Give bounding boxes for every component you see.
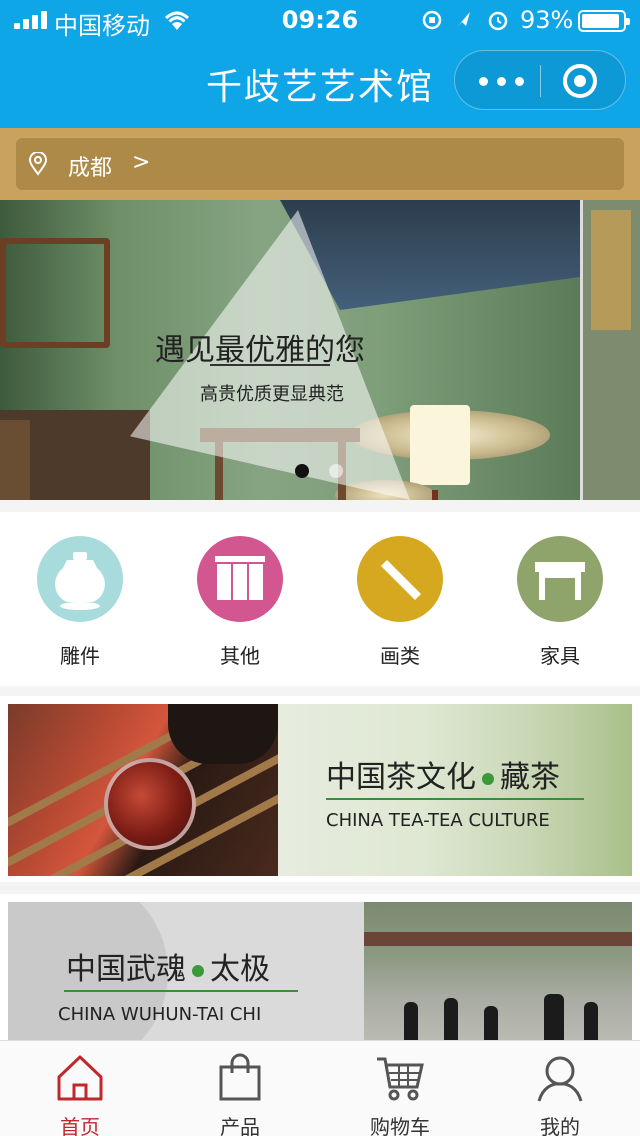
top-bar: 中国移动 09:26 93% 千歧艺艺术馆 xyxy=(0,0,640,128)
vase-icon xyxy=(37,536,123,622)
category-grid: 雕件 其他 画类 家具 xyxy=(0,512,640,686)
taichi-image xyxy=(364,902,632,1044)
tab-label: 购物车 xyxy=(370,1115,430,1136)
close-miniapp-button[interactable] xyxy=(563,64,597,98)
category-label: 画类 xyxy=(380,644,420,668)
hero-banner[interactable]: 遇见最优雅的您 高贵优质更显典范 xyxy=(0,200,640,500)
tab-bar: 首页 产品 购物车 我的 xyxy=(0,1040,640,1136)
city-label: 成都 xyxy=(68,156,113,181)
more-menu-button[interactable] xyxy=(473,61,531,101)
screen: 中国移动 09:26 93% 千歧艺艺术馆 成都 > 遇见最优雅的您 高贵优质更… xyxy=(0,0,640,1136)
wall-decoration xyxy=(0,238,110,348)
banner-subtitle: 高贵优质更显典范 xyxy=(200,384,344,405)
scroll-icon xyxy=(197,536,283,622)
category-item-carvings[interactable]: 雕件 xyxy=(20,536,140,676)
banner-pagination xyxy=(295,464,355,480)
battery-percent: 93% xyxy=(520,6,574,34)
promo-banner-taichi[interactable]: 中国武魂 太极 CHINA WUHUN-TAI CHI xyxy=(8,902,632,1044)
pagination-dot[interactable] xyxy=(329,464,343,478)
brush-icon xyxy=(357,536,443,622)
banner-title: 遇见最优雅的您 xyxy=(155,333,365,368)
miniapp-capsule xyxy=(454,50,626,110)
location-pin-icon xyxy=(28,152,48,176)
pagination-dot[interactable] xyxy=(295,464,309,478)
table-icon xyxy=(517,536,603,622)
tab-products[interactable]: 产品 xyxy=(160,1041,320,1136)
promo-title: 中国武魂 太极 xyxy=(66,952,270,987)
category-label: 家具 xyxy=(540,644,580,668)
category-label: 雕件 xyxy=(60,644,100,668)
location-selector[interactable]: 成都 > xyxy=(16,138,624,190)
category-item-other[interactable]: 其他 xyxy=(180,536,300,676)
promo-subtitle: CHINA WUHUN-TAI CHI xyxy=(58,1004,262,1025)
tab-home[interactable]: 首页 xyxy=(0,1041,160,1136)
user-icon xyxy=(537,1056,583,1102)
tab-label: 首页 xyxy=(60,1115,100,1136)
promo-subtitle: CHINA TEA-TEA CULTURE xyxy=(326,810,550,831)
bag-icon xyxy=(219,1053,261,1101)
promo-section-tea: 中国茶文化 藏茶 CHINA TEA-TEA CULTURE xyxy=(0,696,640,882)
tea-image xyxy=(8,704,292,876)
category-item-paintings[interactable]: 画类 xyxy=(340,536,460,676)
tab-label: 我的 xyxy=(540,1115,580,1136)
category-label: 其他 xyxy=(220,644,260,668)
promo-section-taichi: 中国武魂 太极 CHINA WUHUN-TAI CHI xyxy=(0,894,640,1044)
page-title: 千歧艺艺术馆 xyxy=(205,67,434,108)
tab-label: 产品 xyxy=(220,1115,260,1136)
chevron-right-icon: > xyxy=(132,150,151,175)
cart-icon xyxy=(377,1057,424,1101)
promo-title: 中国茶文化 藏茶 xyxy=(326,760,560,795)
promo-banner-tea[interactable]: 中国茶文化 藏茶 CHINA TEA-TEA CULTURE xyxy=(8,704,632,876)
status-indicators-icon xyxy=(422,10,508,31)
home-icon xyxy=(57,1055,103,1101)
tab-cart[interactable]: 购物车 xyxy=(320,1041,480,1136)
status-bar: 中国移动 09:26 93% xyxy=(0,0,640,40)
location-section: 成都 > xyxy=(0,128,640,200)
category-item-furniture[interactable]: 家具 xyxy=(500,536,620,676)
battery-icon xyxy=(578,10,630,32)
tab-profile[interactable]: 我的 xyxy=(480,1041,640,1136)
